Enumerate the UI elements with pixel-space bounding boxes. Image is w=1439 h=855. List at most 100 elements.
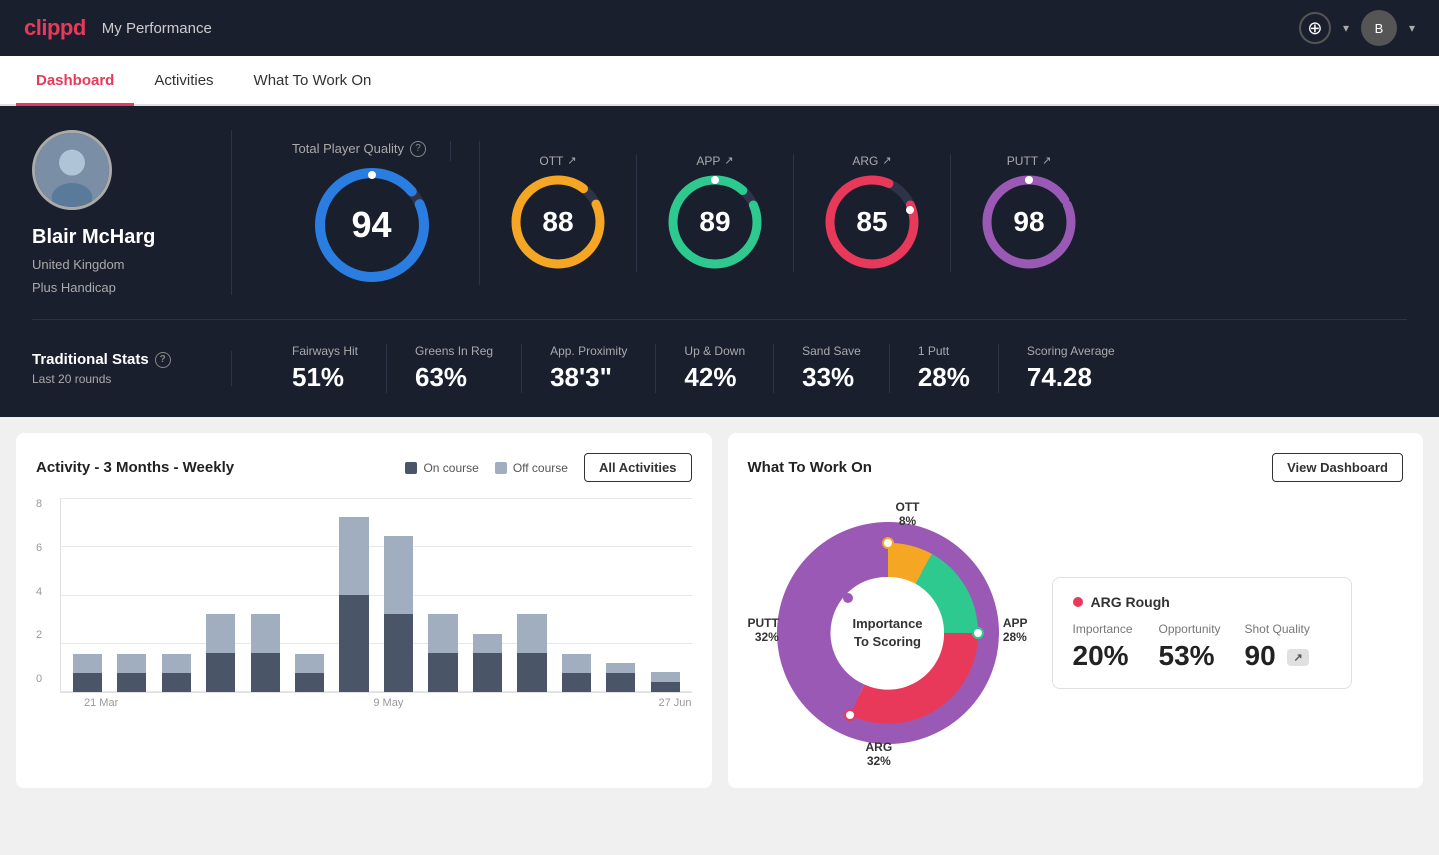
bar-stack-11 xyxy=(562,654,591,692)
stat-sand-label: Sand Save xyxy=(802,344,861,358)
bar-off-2 xyxy=(162,654,191,673)
legend-off-course: Off course xyxy=(495,461,568,475)
wtwo-content: Importance To Scoring OTT 8% APP 28% ARG… xyxy=(748,498,1404,768)
donut-center: Importance To Scoring xyxy=(852,615,922,651)
hero-section: Blair McHarg United Kingdom Plus Handica… xyxy=(0,106,1439,417)
player-info: Blair McHarg United Kingdom Plus Handica… xyxy=(32,130,232,295)
stat-up-down: Up & Down 42% xyxy=(656,344,774,393)
bar-stack-7 xyxy=(384,536,413,692)
opportunity-label: Opportunity xyxy=(1159,622,1245,636)
bar-stack-6 xyxy=(339,517,368,692)
info-card-title: ARG Rough xyxy=(1073,594,1331,610)
all-activities-button[interactable]: All Activities xyxy=(584,453,692,482)
app-donut-label: APP 28% xyxy=(1003,616,1028,644)
player-name: Blair McHarg xyxy=(32,226,155,249)
bar-off-3 xyxy=(206,614,235,653)
tpq-label-area: Total Player Quality ? xyxy=(292,141,451,161)
bottom-panels: Activity - 3 Months - Weekly On course O… xyxy=(0,417,1439,804)
bar-stack-13 xyxy=(651,672,680,692)
bar-off-10 xyxy=(517,614,546,653)
bar-off-0 xyxy=(73,654,102,673)
bar-on-7 xyxy=(384,614,413,692)
bar-on-1 xyxy=(117,673,146,692)
ott-gauge: 88 xyxy=(508,172,608,272)
stats-info-icon[interactable]: ? xyxy=(155,352,171,368)
bar-on-8 xyxy=(428,653,457,692)
main-gauge: 94 xyxy=(312,165,432,285)
stat-scoring-avg: Scoring Average 74.28 xyxy=(999,344,1143,393)
x-label-mar: 21 Mar xyxy=(84,697,118,709)
bar-group-9 xyxy=(469,498,505,692)
header-left: clippd My Performance xyxy=(24,15,212,41)
stats-subtitle: Last 20 rounds xyxy=(32,372,199,386)
putt-arrow-icon: ↗ xyxy=(1042,154,1051,167)
add-dropdown[interactable]: ▾ xyxy=(1343,21,1349,35)
stat-sand-save: Sand Save 33% xyxy=(774,344,890,393)
tab-dashboard[interactable]: Dashboard xyxy=(16,56,134,106)
player-country: United Kingdom xyxy=(32,257,125,272)
user-dropdown[interactable]: ▾ xyxy=(1409,21,1415,35)
stat-updown-value: 42% xyxy=(684,362,736,393)
bar-off-4 xyxy=(251,614,280,653)
activity-panel-header: Activity - 3 Months - Weekly On course O… xyxy=(36,453,692,482)
bar-stack-3 xyxy=(206,614,235,692)
bar-on-12 xyxy=(606,673,635,692)
main-gauge-value: 94 xyxy=(351,204,391,246)
legend-on-course-label: On course xyxy=(423,461,478,475)
stat-app-proximity: App. Proximity 38'3" xyxy=(522,344,656,393)
tpq-info-icon[interactable]: ? xyxy=(410,141,426,157)
app-gauge-value: 89 xyxy=(699,206,730,238)
add-button[interactable]: ⊕ xyxy=(1299,12,1331,44)
bar-group-0 xyxy=(69,498,105,692)
bar-group-1 xyxy=(113,498,149,692)
bar-group-3 xyxy=(202,498,238,692)
bar-on-3 xyxy=(206,653,235,692)
bar-group-10 xyxy=(514,498,550,692)
stats-row: Traditional Stats ? Last 20 rounds Fairw… xyxy=(32,344,1407,393)
legend-on-course: On course xyxy=(405,461,478,475)
app-arrow-icon: ↗ xyxy=(724,154,733,167)
legend-on-course-dot xyxy=(405,462,417,474)
activity-panel: Activity - 3 Months - Weekly On course O… xyxy=(16,433,712,788)
bar-stack-10 xyxy=(517,614,546,692)
view-dashboard-button[interactable]: View Dashboard xyxy=(1272,453,1403,482)
bar-off-6 xyxy=(339,517,368,595)
user-avatar-button[interactable]: B xyxy=(1361,10,1397,46)
player-handicap: Plus Handicap xyxy=(32,280,116,295)
ott-donut-label: OTT 8% xyxy=(896,500,920,528)
stat-scoring-label: Scoring Average xyxy=(1027,344,1115,358)
bar-group-8 xyxy=(425,498,461,692)
avatar: B xyxy=(1375,21,1384,36)
bar-off-7 xyxy=(384,536,413,614)
tab-what-to-work-on[interactable]: What To Work On xyxy=(234,56,392,106)
app-label: APP ↗ xyxy=(696,154,733,168)
bar-stack-0 xyxy=(73,654,102,692)
bar-off-8 xyxy=(428,614,457,653)
stat-app-label: App. Proximity xyxy=(550,344,627,358)
chart-y-axis: 8 6 4 2 0 xyxy=(36,498,42,685)
stat-scoring-value: 74.28 xyxy=(1027,362,1092,393)
wtwo-info-card: ARG Rough Importance 20% Opportunity 53%… xyxy=(1052,577,1352,689)
tab-activities[interactable]: Activities xyxy=(134,56,233,106)
y-label-8: 8 xyxy=(36,498,42,510)
shot-quality-value: 90 ↗ xyxy=(1245,640,1331,672)
bar-off-13 xyxy=(651,672,680,682)
bar-group-7 xyxy=(380,498,416,692)
stat-updown-label: Up & Down xyxy=(684,344,745,358)
legend-off-course-dot xyxy=(495,462,507,474)
bar-stack-12 xyxy=(606,663,635,692)
importance-value: 20% xyxy=(1073,640,1159,672)
bar-off-5 xyxy=(295,654,324,673)
stat-fairways-hit: Fairways Hit 51% xyxy=(264,344,387,393)
arg-gauge-value: 85 xyxy=(856,206,887,238)
putt-donut-label: PUTT 32% xyxy=(748,616,779,644)
bar-group-12 xyxy=(603,498,639,692)
bar-group-13 xyxy=(647,498,683,692)
what-to-work-on-panel: What To Work On View Dashboard xyxy=(728,433,1424,788)
x-label-may: 9 May xyxy=(373,697,403,709)
tab-nav: Dashboard Activities What To Work On xyxy=(0,56,1439,106)
chart-bars xyxy=(60,498,692,693)
stat-fairways-value: 51% xyxy=(292,362,344,393)
header-title: My Performance xyxy=(102,20,212,37)
bar-stack-4 xyxy=(251,614,280,692)
